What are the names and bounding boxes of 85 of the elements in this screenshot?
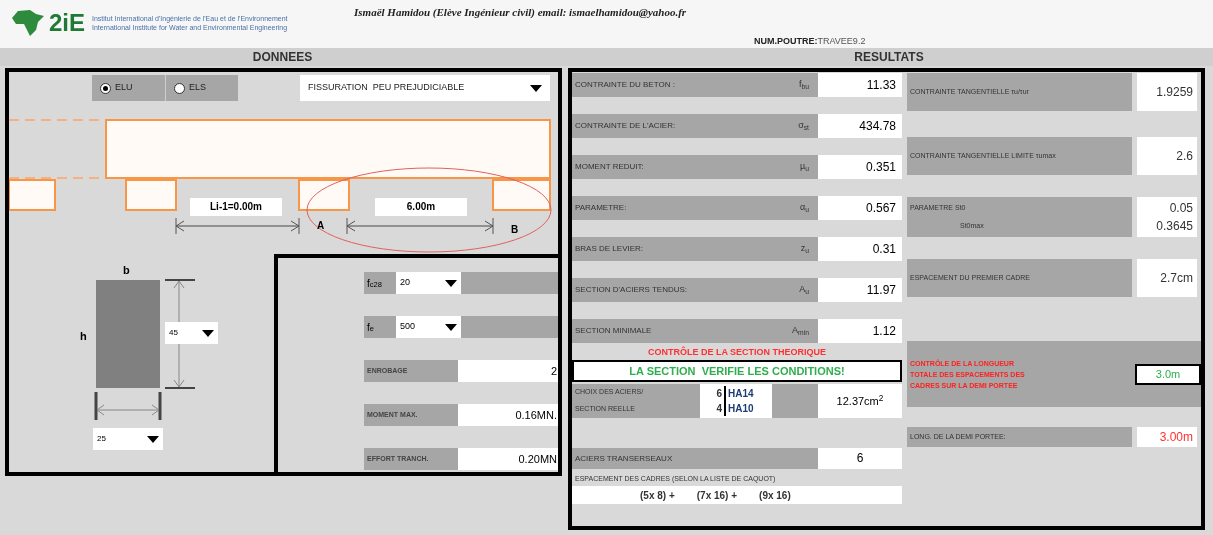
result-value: 0.567 bbox=[818, 196, 902, 220]
result-value: 2.6 bbox=[1176, 148, 1193, 165]
height-dropdown[interactable]: 45 bbox=[165, 322, 218, 344]
dimension-label: h bbox=[80, 329, 87, 344]
result-value: 11.33 bbox=[818, 73, 902, 97]
caret-icon bbox=[202, 329, 214, 337]
result-label: SECTION D'ACIERS TENDUS: bbox=[575, 284, 688, 296]
africa-map-icon bbox=[10, 8, 46, 38]
result-value: 12.37cm$^{2}$ bbox=[818, 384, 902, 418]
dropdown-value: 500 bbox=[400, 320, 416, 334]
input-label: f$_{e}$ bbox=[364, 316, 396, 338]
support-block bbox=[125, 179, 177, 211]
caret-icon bbox=[445, 279, 457, 287]
section-title: DONNEES bbox=[251, 49, 314, 66]
support-block bbox=[298, 179, 350, 211]
result-value: 6 bbox=[818, 448, 902, 469]
author-line: Ismaël Hamidou (Elève Ingénieur civil) email: ismaelhamidou@yahoo.fr bbox=[354, 5, 688, 20]
result-value: 2.7cm bbox=[1160, 270, 1193, 287]
result-symbol: A$_{min}$ bbox=[792, 324, 810, 338]
dropdown-value: 20 bbox=[400, 276, 410, 290]
result-value: 11.97 bbox=[818, 278, 902, 302]
check-status: LA SECTION VERIFIE LES CONDITIONS! bbox=[572, 360, 902, 382]
span-length-label: Li-1=0.00m bbox=[190, 198, 282, 216]
radio-button[interactable] bbox=[100, 82, 111, 94]
dimension-arrow bbox=[94, 392, 162, 420]
dropdown-value: FISSURATION PEU PREJUDICIABLE bbox=[308, 81, 465, 95]
caret-icon bbox=[147, 435, 159, 443]
bar-type: HA10 bbox=[727, 402, 754, 416]
result-label: PARAMETRE: bbox=[575, 202, 627, 214]
result-symbol: σ$_{st}$ bbox=[798, 119, 810, 133]
cracking-dropdown[interactable]: FISSURATION PEU PREJUDICIABLE bbox=[300, 75, 550, 101]
check-title: CONTRÔLE DE LA SECTION THEORIQUE bbox=[646, 346, 828, 359]
result-label: CONTRAINTE DU BETON : bbox=[575, 79, 675, 91]
result-label: MOMENT REDUIT: bbox=[575, 161, 644, 173]
input-field[interactable]: 2 bbox=[458, 360, 558, 382]
radio-button[interactable] bbox=[174, 82, 185, 94]
spacing-term: (7x 16) + bbox=[696, 488, 738, 503]
width-dropdown[interactable]: 25 bbox=[93, 428, 163, 450]
control-value: 3.0m bbox=[1135, 363, 1201, 385]
result-label: SECTION MINIMALE bbox=[575, 325, 652, 337]
support-block bbox=[9, 179, 56, 211]
bar-count: 4 bbox=[700, 401, 726, 416]
support-block bbox=[492, 179, 551, 211]
caret-icon bbox=[530, 84, 542, 92]
radio-label: ELS bbox=[189, 81, 206, 95]
dropdown-value: 25 bbox=[97, 433, 106, 445]
logo-text: 2iE bbox=[49, 11, 86, 35]
result-value: 0.3645 bbox=[1156, 218, 1193, 235]
input-dropdown[interactable]: 20 bbox=[396, 272, 461, 294]
result-value: 434.78 bbox=[818, 114, 902, 138]
radio-label: ELU bbox=[115, 81, 133, 95]
label-cell bbox=[772, 384, 818, 418]
dropdown-value: 45 bbox=[169, 327, 178, 339]
result-label: ACIERS TRANSERSEAUX bbox=[572, 448, 818, 469]
dimension-label: b bbox=[123, 263, 130, 278]
result-symbol: A$_{u}$ bbox=[799, 283, 810, 297]
input-dropdown[interactable]: 500 bbox=[396, 316, 461, 338]
beam-id-value: TRAVEE9.2 bbox=[817, 34, 866, 48]
bar-count: 6 bbox=[700, 386, 726, 401]
caret-icon bbox=[445, 323, 457, 331]
radio-option[interactable]: ELS bbox=[165, 75, 238, 101]
input-label: f$_{c28}$ bbox=[364, 272, 396, 294]
input-field[interactable]: 0.16MN. bbox=[458, 404, 558, 426]
result-value: 0.31 bbox=[818, 237, 902, 261]
support-label: A bbox=[317, 219, 325, 233]
bar-type: HA14 bbox=[727, 387, 754, 401]
result-symbol: z$_{u}$ bbox=[800, 242, 810, 256]
radio-option[interactable]: ELU bbox=[92, 75, 165, 101]
result-symbol: f$_{bu}$ bbox=[798, 78, 810, 92]
result-value: 1.12 bbox=[818, 319, 902, 343]
spacing-term: (9x 16) bbox=[759, 488, 791, 503]
support-label: B bbox=[511, 223, 519, 237]
result-value: 0.351 bbox=[818, 155, 902, 179]
input-field[interactable]: 0.20MN bbox=[458, 448, 558, 470]
section-title: RESULTATS bbox=[853, 49, 925, 66]
result-value: 1.9259 bbox=[1156, 84, 1193, 101]
result-label: BRAS DE LEVIER: bbox=[575, 243, 644, 255]
result-value: 0.05 bbox=[1169, 200, 1193, 217]
result-value: 3.00m bbox=[1159, 429, 1193, 446]
result-symbol: µ$_{u}$ bbox=[800, 160, 810, 174]
result-symbol: α$_{u}$ bbox=[800, 201, 810, 215]
beam-id-label: NUM.POUTRE: bbox=[754, 34, 818, 48]
result-label: CONTRAINTE DE L'ACIER: bbox=[575, 120, 676, 132]
spacing-term: (5x 8) + bbox=[640, 488, 675, 503]
span-length-label: 6.00m bbox=[375, 198, 467, 216]
